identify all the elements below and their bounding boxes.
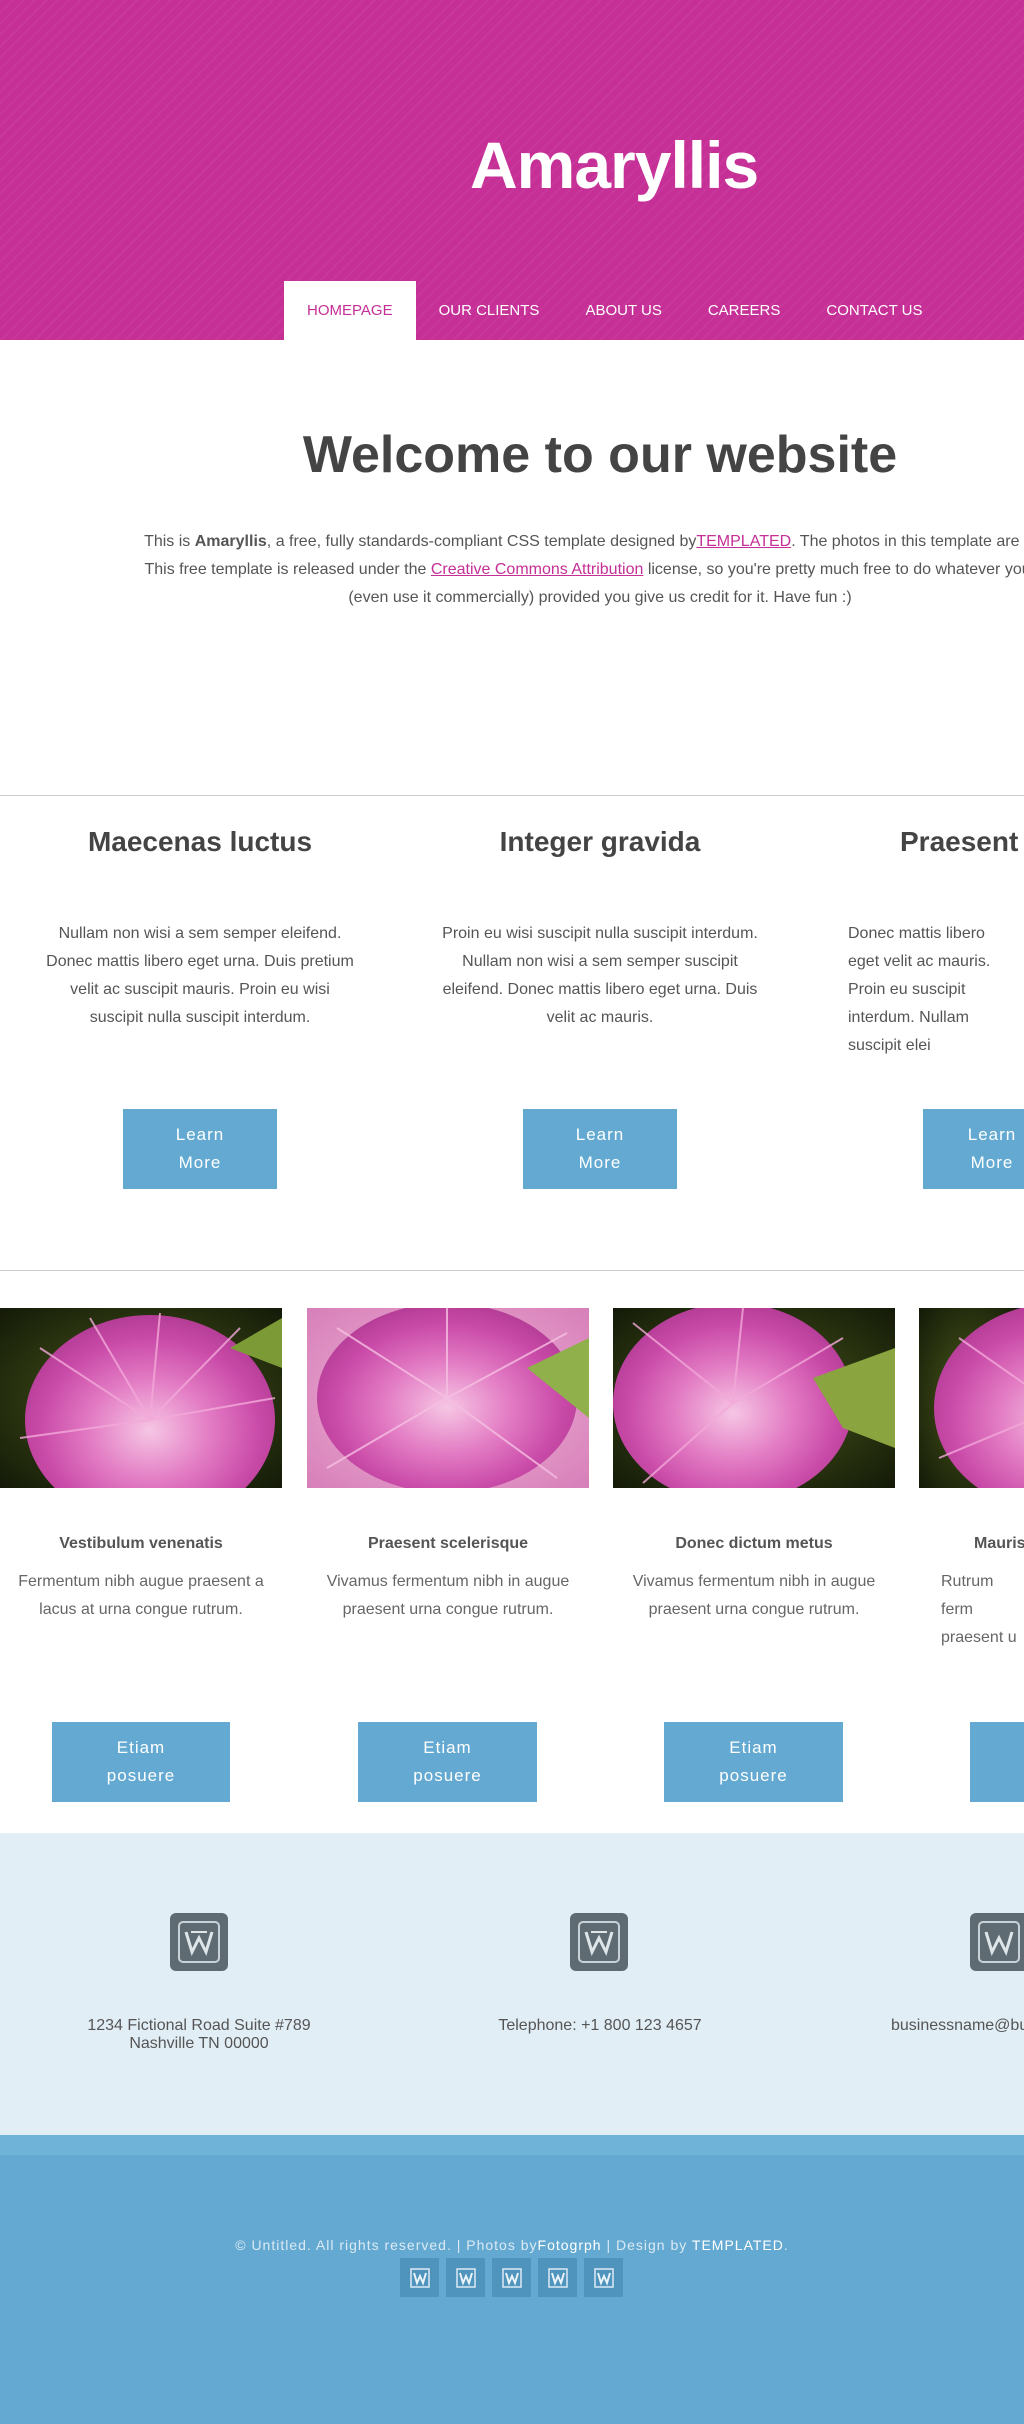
feature-title: Praesent r [900, 826, 1024, 857]
contact-section: 1234 Fictional Road Suite #789 Nashville… [0, 1833, 1024, 2135]
welcome-text: This is Amaryllis, a free, fully standar… [100, 528, 1024, 612]
button-label: Etiam posuere [413, 1738, 482, 1785]
etiam-posuere-button[interactable]: Etiam posuere [52, 1722, 230, 1802]
social-icon[interactable] [584, 2258, 623, 2297]
gallery-image[interactable] [307, 1308, 589, 1488]
nav-our-clients[interactable]: OUR CLIENTS [416, 281, 563, 340]
welcome-line-3: (even use it commercially) provided you … [348, 589, 852, 606]
license-link[interactable]: Creative Commons Attribution [431, 561, 644, 578]
gallery-title: Donec dictum metus [675, 1535, 833, 1552]
etiam-posuere-button[interactable]: Etiam posuere [664, 1722, 843, 1802]
address-line: 1234 Fictional Road Suite #789 [87, 2017, 311, 2034]
w-logo-icon [570, 1913, 628, 1971]
copyright-text: . [783, 2237, 789, 2253]
button-label: Learn More [175, 1125, 225, 1172]
welcome-line-1: This is Amaryllis, a free, fully standar… [100, 528, 1024, 556]
button-label: Etiam posuere [719, 1738, 788, 1785]
address-line: Nashville TN 00000 [129, 2035, 269, 2052]
gallery-caption: Vestibulum venenatis Fermentum nibh augu… [0, 1530, 294, 1624]
brand-name: Amaryllis [194, 533, 267, 550]
social-icon[interactable] [492, 2258, 531, 2297]
nav-contact-us[interactable]: CONTACT US [803, 281, 945, 340]
main-nav: HOMEPAGE OUR CLIENTS ABOUT US CAREERS CO… [284, 281, 946, 340]
button-label: Etiam posuere [106, 1738, 176, 1785]
social-icon[interactable] [400, 2258, 439, 2297]
social-icon[interactable] [446, 2258, 485, 2297]
address: 1234 Fictional Road Suite #789 Nashville… [86, 2017, 312, 2053]
welcome-title: Welcome to our website [302, 426, 898, 484]
welcome-text-part: license, so you're pretty much free to d… [643, 561, 1024, 578]
copyright: © Untitled. All rights reserved. | Photo… [0, 2237, 1024, 2253]
learn-more-button[interactable]: Learn More [123, 1109, 277, 1189]
gallery-text: Vivamus fermentum nibh in augue praesent… [632, 1573, 876, 1618]
divider [0, 795, 1024, 796]
site-title[interactable]: Amaryllis [470, 120, 759, 210]
nav-about-us[interactable]: ABOUT US [562, 281, 684, 340]
gallery-text: Vivamus fermentum nibh in augue praesent… [326, 1573, 570, 1618]
gallery-text: Fermentum nibh augue praesent a lacus at… [18, 1573, 264, 1618]
gallery-image[interactable] [613, 1308, 895, 1488]
welcome-text-part: This free template is released under the [144, 561, 431, 578]
copyright-text: © Untitled. All rights reserved. | Photo… [235, 2237, 538, 2253]
learn-more-button[interactable]: Learn More [923, 1109, 1024, 1189]
welcome-line-2: This free template is released under the… [100, 556, 1024, 584]
welcome-text-part: . The photos in this template are from [791, 533, 1024, 550]
site-header: Amaryllis HOMEPAGE OUR CLIENTS ABOUT US … [0, 0, 1024, 340]
telephone: Telephone: +1 800 123 4657 [498, 2017, 702, 2034]
feature-text: Proin eu wisi suscipit nulla suscipit in… [442, 925, 758, 1026]
gallery-caption: Mauris Rutrum ferm praesent u [919, 1530, 1024, 1652]
social-icon[interactable] [538, 2258, 577, 2297]
button-label: Learn More [575, 1125, 625, 1172]
templated-link[interactable]: TEMPLATED [696, 533, 791, 550]
feature-card: Integer gravida Proin eu wisi suscipit n… [430, 820, 770, 1032]
w-logo-icon [170, 1913, 228, 1971]
feature-title: Integer gravida [499, 826, 701, 857]
copyright-text: | Design by [601, 2237, 692, 2253]
design-by-link[interactable]: TEMPLATED [692, 2237, 784, 2253]
footer-band [0, 2135, 1024, 2155]
photos-by-link[interactable]: Fotogrph [538, 2237, 602, 2253]
button-label: Learn More [967, 1125, 1017, 1172]
nav-homepage[interactable]: HOMEPAGE [284, 281, 416, 340]
gallery-caption: Donec dictum metus Vivamus fermentum nib… [601, 1530, 907, 1624]
feature-text: Nullam non wisi a sem semper eleifend. D… [46, 925, 354, 1026]
feature-title: Maecenas luctus [87, 826, 313, 857]
w-logo-icon [970, 1913, 1024, 1971]
gallery-text: Rutrum ferm praesent u [941, 1573, 1017, 1646]
feature-card: Maecenas luctus Nullam non wisi a sem se… [30, 820, 370, 1032]
gallery-title: Vestibulum venenatis [59, 1535, 223, 1552]
gallery-title: Praesent scelerisque [367, 1535, 529, 1552]
gallery-image[interactable] [919, 1308, 1024, 1488]
nav-careers[interactable]: CAREERS [685, 281, 804, 340]
gallery-title: Mauris [974, 1535, 1024, 1552]
gallery-caption: Praesent scelerisque Vivamus fermentum n… [295, 1530, 601, 1624]
welcome-text-part: This is [144, 533, 195, 550]
divider [0, 1270, 1024, 1271]
etiam-posuere-button[interactable]: Etiam posuere [358, 1722, 537, 1802]
gallery-image[interactable] [0, 1308, 282, 1488]
feature-card: Praesent r Donec mattis libero eget veli… [830, 820, 1024, 1060]
learn-more-button[interactable]: Learn More [523, 1109, 677, 1189]
feature-text: Donec mattis libero eget velit ac mauris… [848, 925, 991, 1054]
etiam-posuere-button[interactable] [970, 1722, 1024, 1802]
welcome-text-part: , a free, fully standards-compliant CSS … [266, 533, 697, 550]
email[interactable]: businessname@bu [891, 2017, 1024, 2035]
